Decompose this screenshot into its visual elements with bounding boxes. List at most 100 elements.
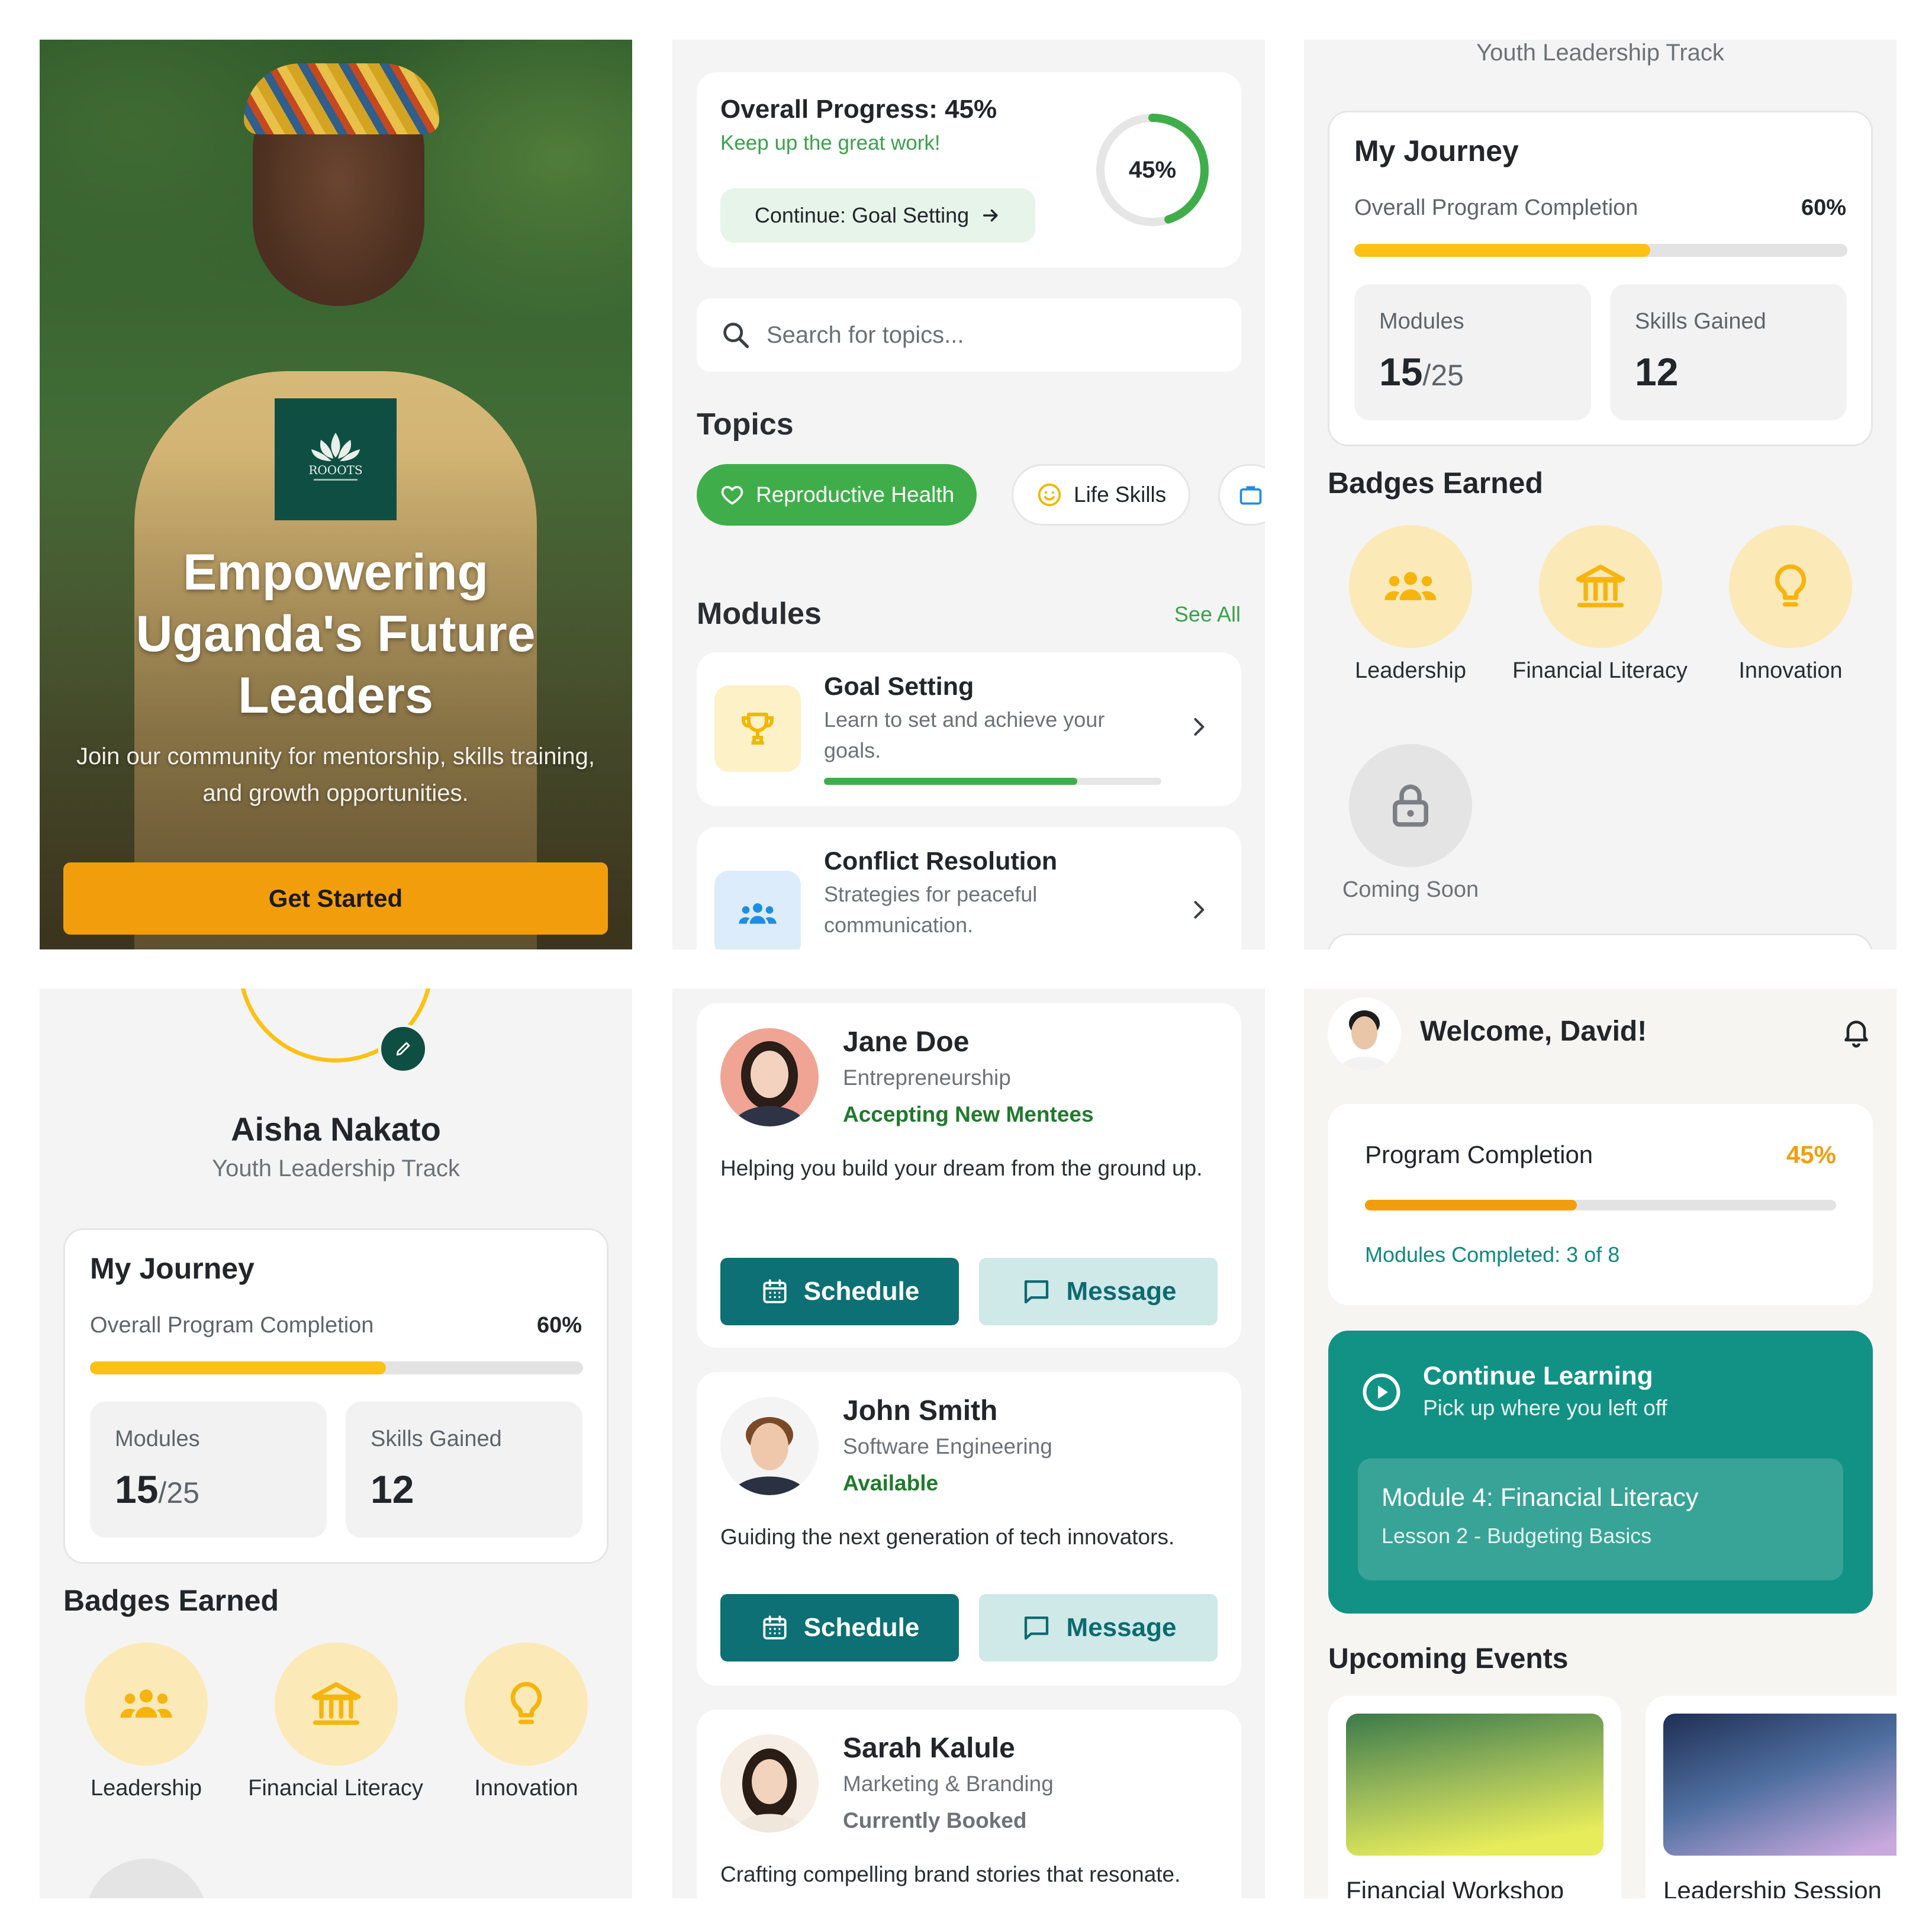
search-input[interactable]: Search for topics...	[697, 298, 1241, 372]
topic-chip-reproductive-health[interactable]: Reproductive Health	[697, 464, 977, 526]
chat-icon	[1020, 1612, 1052, 1644]
skills-stat: Skills Gained 12	[1610, 284, 1847, 420]
continue-learning-subtitle: Pick up where you left off	[1423, 1396, 1667, 1420]
heart-icon	[719, 482, 745, 508]
completion-label: Overall Program Completion	[90, 1313, 374, 1338]
completion-percent: 60%	[536, 1313, 582, 1338]
briefcase-icon	[1238, 482, 1264, 508]
mentor-card: Jane Doe Entrepreneurship Accepting New …	[697, 1003, 1241, 1348]
modules-label: Modules	[1379, 309, 1464, 334]
mentors-screen: Jane Doe Entrepreneurship Accepting New …	[672, 988, 1265, 1898]
mentor-bio: Helping you build your dream from the gr…	[720, 1156, 1203, 1180]
leadership-badge-icon	[85, 1643, 208, 1766]
program-completion-label: Program Completion	[1365, 1141, 1593, 1168]
lock-icon	[1349, 744, 1472, 867]
event-card[interactable]: Leadership Session	[1646, 1696, 1896, 1898]
badge-label: Leadership	[1354, 658, 1467, 683]
avatar	[720, 1028, 819, 1126]
module-title: Goal Setting	[824, 672, 974, 701]
welcome-heading: Welcome, David!	[1420, 1016, 1647, 1047]
completion-bar-fill	[1354, 244, 1650, 257]
schedule-button[interactable]: Schedule	[720, 1594, 959, 1661]
chat-icon	[1020, 1276, 1052, 1308]
event-image	[1346, 1714, 1603, 1856]
event-image	[1663, 1714, 1896, 1856]
lightbulb-badge-icon	[1729, 525, 1852, 648]
topic-chip-life-skills[interactable]: Life Skills	[1012, 464, 1191, 526]
mentor-card: Sarah Kalule Marketing & Branding Curren…	[697, 1709, 1241, 1898]
module-title: Conflict Resolution	[824, 847, 1058, 875]
leadership-badge-icon	[1349, 525, 1472, 648]
current-module-title: Module 4: Financial Literacy	[1382, 1483, 1699, 1512]
topics-heading: Topics	[697, 407, 794, 442]
calendar-icon	[760, 1277, 790, 1306]
event-title: Financial Workshop	[1346, 1876, 1564, 1898]
module-description: Strategies for peaceful communication.	[824, 882, 1038, 937]
see-all-link[interactable]: See All	[1174, 602, 1241, 627]
completion-bar-fill	[90, 1361, 386, 1374]
modules-stat: Modules 15/25	[1354, 284, 1591, 420]
progress-ring: 45%	[1093, 111, 1212, 229]
journey-title: My Journey	[1354, 134, 1519, 168]
arrow-right-icon	[981, 205, 1001, 226]
topic-label: Reproductive Health	[756, 482, 955, 507]
journey-card: My Journey Overall Program Completion 60…	[1328, 111, 1873, 446]
message-button[interactable]: Message	[979, 1258, 1218, 1325]
journey-card: My Journey Overall Program Completion 60…	[63, 1228, 608, 1564]
program-completion-bar-fill	[1365, 1200, 1577, 1210]
program-completion-bar	[1365, 1200, 1836, 1210]
get-started-button[interactable]: Get Started	[63, 862, 608, 935]
search-placeholder: Search for topics...	[767, 321, 964, 348]
avatar[interactable]	[1328, 997, 1401, 1071]
mentor-name: John Smith	[843, 1395, 998, 1427]
module-description: Learn to set and achieve your goals.	[824, 707, 1105, 762]
mentor-field: Software Engineering	[843, 1434, 1052, 1458]
program-completion-card: Program Completion 45% Modules Completed…	[1328, 1104, 1873, 1305]
continue-learning-card[interactable]: Continue Learning Pick up where you left…	[1328, 1331, 1873, 1614]
skills-stat: Skills Gained 12	[346, 1402, 582, 1538]
module-card-conflict-resolution[interactable]: Conflict Resolution Strategies for peace…	[697, 827, 1241, 949]
message-button[interactable]: Message	[979, 1594, 1218, 1661]
continue-label: Continue: Goal Setting	[754, 203, 970, 227]
continue-module-button[interactable]: Continue: Goal Setting	[720, 188, 1035, 243]
topic-label: Life Skills	[1074, 482, 1167, 507]
badges-heading: Badges Earned	[63, 1584, 279, 1617]
journey-screen: Youth Leadership Track My Journey Overal…	[1304, 40, 1896, 949]
welcome-screen: ROOOTS Empowering Uganda's Future Leader…	[40, 40, 632, 949]
event-title: Leadership Session	[1663, 1876, 1882, 1898]
calendar-icon	[760, 1613, 790, 1643]
trophy-icon	[714, 685, 801, 772]
chevron-right-icon	[1186, 714, 1212, 740]
bell-icon[interactable]	[1840, 1015, 1873, 1048]
mentor-field: Marketing & Branding	[843, 1772, 1054, 1796]
progress-encouragement: Keep up the great work!	[720, 131, 941, 154]
edit-pencil-icon[interactable]	[378, 1024, 428, 1074]
learning-dashboard: Overall Progress: 45% Keep up the great …	[672, 40, 1265, 949]
mentor-status: Currently Booked	[843, 1808, 1027, 1833]
journey-title: My Journey	[90, 1252, 255, 1285]
mentor-name: Sarah Kalule	[843, 1733, 1015, 1764]
next-card	[1328, 933, 1873, 949]
event-card[interactable]: Financial Workshop	[1328, 1696, 1621, 1898]
topic-chip-career[interactable]	[1218, 464, 1265, 526]
current-module-box[interactable]: Module 4: Financial Literacy Lesson 2 - …	[1358, 1458, 1843, 1580]
modules-value: 15/25	[1379, 350, 1464, 394]
skills-value: 12	[371, 1467, 414, 1511]
badge-label: Innovation	[1738, 658, 1843, 683]
module-card-goal-setting[interactable]: Goal Setting Learn to set and achieve yo…	[697, 652, 1241, 806]
progress-ring-label: 45%	[1128, 156, 1177, 183]
modules-label: Modules	[115, 1427, 200, 1451]
current-lesson: Lesson 2 - Budgeting Basics	[1382, 1524, 1652, 1548]
badge-label: Financial Literacy	[248, 1776, 423, 1801]
skills-label: Skills Gained	[371, 1427, 502, 1451]
badge-label: Leadership	[90, 1776, 202, 1801]
progress-card: Overall Progress: 45% Keep up the great …	[697, 72, 1241, 268]
mentor-status: Available	[843, 1471, 939, 1495]
mentor-bio: Crafting compelling brand stories that r…	[720, 1862, 1181, 1886]
profile-screen: Aisha Nakato Youth Leadership Track My J…	[40, 988, 632, 1898]
mentor-field: Entrepreneurship	[843, 1065, 1011, 1090]
skills-value: 12	[1635, 350, 1679, 394]
completion-percent: 60%	[1801, 195, 1846, 220]
badge-label: Financial Literacy	[1512, 658, 1688, 683]
schedule-button[interactable]: Schedule	[720, 1258, 959, 1325]
